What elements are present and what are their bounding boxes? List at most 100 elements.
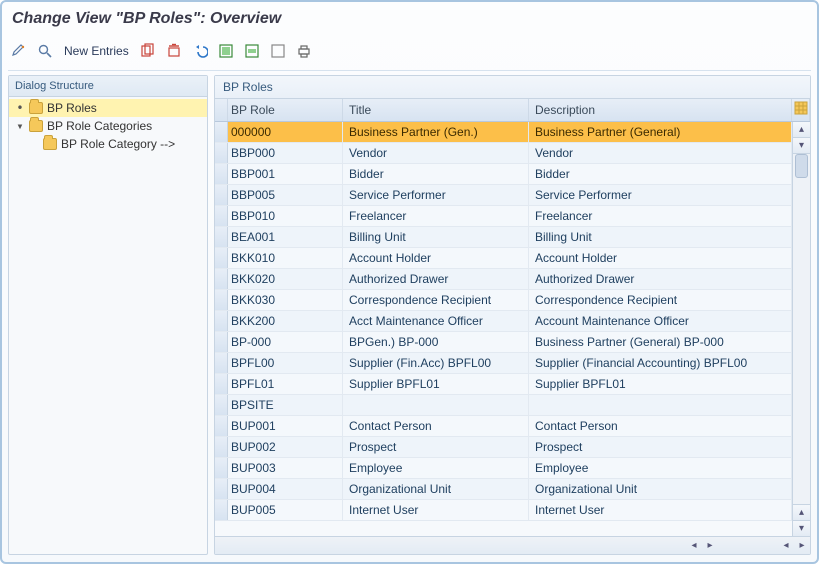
cell-bp-role[interactable]: BKK020 bbox=[225, 269, 343, 289]
cell-bp-role[interactable]: BPSITE bbox=[225, 395, 343, 415]
cell-title[interactable]: Billing Unit bbox=[343, 227, 529, 247]
cell-title[interactable]: Supplier BPFL01 bbox=[343, 374, 529, 394]
cell-bp-role[interactable]: BKK010 bbox=[225, 248, 343, 268]
tree-item[interactable]: •BP Role Category --> bbox=[9, 135, 207, 153]
cell-description[interactable]: Supplier BPFL01 bbox=[529, 374, 792, 394]
table-row[interactable]: BBP010FreelancerFreelancer bbox=[215, 206, 810, 227]
scroll-right-icon[interactable]: ▸ bbox=[702, 538, 718, 554]
table-row[interactable]: BKK010Account HolderAccount Holder bbox=[215, 248, 810, 269]
cell-title[interactable]: Bidder bbox=[343, 164, 529, 184]
cell-description[interactable]: Billing Unit bbox=[529, 227, 792, 247]
cell-bp-role[interactable]: BPFL01 bbox=[225, 374, 343, 394]
scroll-up-step-icon[interactable]: ▾ bbox=[793, 138, 810, 154]
cell-description[interactable]: Contact Person bbox=[529, 416, 792, 436]
cell-bp-role[interactable]: BP-000 bbox=[225, 332, 343, 352]
cell-bp-role[interactable]: 000000 bbox=[225, 122, 343, 142]
scrollbar-track[interactable] bbox=[793, 154, 810, 504]
table-row[interactable]: BBP000VendorVendor bbox=[215, 143, 810, 164]
cell-description[interactable]: Employee bbox=[529, 458, 792, 478]
scroll-down-icon[interactable]: ▾ bbox=[793, 520, 810, 536]
cell-title[interactable]: Supplier (Fin.Acc) BPFL00 bbox=[343, 353, 529, 373]
copy-as-icon[interactable] bbox=[137, 40, 159, 62]
new-entries-button[interactable]: New Entries bbox=[64, 44, 129, 58]
cell-title[interactable]: Account Holder bbox=[343, 248, 529, 268]
table-row[interactable]: BP-000BPGen.) BP-000Business Partner (Ge… bbox=[215, 332, 810, 353]
undo-icon[interactable] bbox=[189, 40, 211, 62]
find-icon[interactable] bbox=[34, 40, 56, 62]
scroll-down-step-icon[interactable]: ▴ bbox=[793, 504, 810, 520]
table-row[interactable]: BPFL00Supplier (Fin.Acc) BPFL00Supplier … bbox=[215, 353, 810, 374]
cell-description[interactable]: Internet User bbox=[529, 500, 792, 520]
cell-bp-role[interactable]: BPFL00 bbox=[225, 353, 343, 373]
cell-description[interactable]: Account Maintenance Officer bbox=[529, 311, 792, 331]
cell-bp-role[interactable]: BKK200 bbox=[225, 311, 343, 331]
table-row[interactable]: 000000Business Partner (Gen.)Business Pa… bbox=[215, 122, 810, 143]
table-row[interactable]: BPSITE bbox=[215, 395, 810, 416]
cell-bp-role[interactable]: BUP005 bbox=[225, 500, 343, 520]
table-row[interactable]: BUP004Organizational UnitOrganizational … bbox=[215, 479, 810, 500]
cell-title[interactable]: Business Partner (Gen.) bbox=[343, 122, 529, 142]
cell-description[interactable]: Freelancer bbox=[529, 206, 792, 226]
print-icon[interactable] bbox=[293, 40, 315, 62]
table-row[interactable]: BBP001BidderBidder bbox=[215, 164, 810, 185]
cell-description[interactable]: Service Performer bbox=[529, 185, 792, 205]
cell-bp-role[interactable]: BKK030 bbox=[225, 290, 343, 310]
cell-description[interactable]: Prospect bbox=[529, 437, 792, 457]
table-row[interactable]: BUP005Internet UserInternet User bbox=[215, 500, 810, 521]
delete-icon[interactable] bbox=[163, 40, 185, 62]
cell-title[interactable]: Employee bbox=[343, 458, 529, 478]
cell-description[interactable]: Correspondence Recipient bbox=[529, 290, 792, 310]
cell-title[interactable]: Prospect bbox=[343, 437, 529, 457]
cell-title[interactable]: Service Performer bbox=[343, 185, 529, 205]
table-row[interactable]: BUP003EmployeeEmployee bbox=[215, 458, 810, 479]
cell-bp-role[interactable]: BUP003 bbox=[225, 458, 343, 478]
cell-title[interactable]: Acct Maintenance Officer bbox=[343, 311, 529, 331]
cell-title[interactable]: BPGen.) BP-000 bbox=[343, 332, 529, 352]
cell-title[interactable]: Freelancer bbox=[343, 206, 529, 226]
deselect-all-icon[interactable] bbox=[267, 40, 289, 62]
cell-bp-role[interactable]: BBP000 bbox=[225, 143, 343, 163]
cell-description[interactable]: Business Partner (General) bbox=[529, 122, 792, 142]
table-row[interactable]: BEA001Billing UnitBilling Unit bbox=[215, 227, 810, 248]
scroll-right-end-icon[interactable]: ▸ bbox=[794, 538, 810, 554]
cell-description[interactable]: Bidder bbox=[529, 164, 792, 184]
select-block-icon[interactable] bbox=[241, 40, 263, 62]
tree-item[interactable]: ▾BP Role Categories bbox=[9, 117, 207, 135]
table-row[interactable]: BKK030Correspondence RecipientCorrespond… bbox=[215, 290, 810, 311]
cell-bp-role[interactable]: BBP010 bbox=[225, 206, 343, 226]
cell-title[interactable] bbox=[343, 395, 529, 415]
cell-bp-role[interactable]: BEA001 bbox=[225, 227, 343, 247]
cell-description[interactable] bbox=[529, 395, 792, 415]
cell-description[interactable]: Account Holder bbox=[529, 248, 792, 268]
cell-title[interactable]: Correspondence Recipient bbox=[343, 290, 529, 310]
table-row[interactable]: BUP001Contact PersonContact Person bbox=[215, 416, 810, 437]
table-row[interactable]: BBP005Service PerformerService Performer bbox=[215, 185, 810, 206]
scroll-left-icon[interactable]: ◂ bbox=[686, 538, 702, 554]
table-row[interactable]: BKK020Authorized DrawerAuthorized Drawer bbox=[215, 269, 810, 290]
scroll-up-icon[interactable]: ▴ bbox=[793, 122, 810, 138]
cell-bp-role[interactable]: BBP005 bbox=[225, 185, 343, 205]
tree-item[interactable]: •BP Roles bbox=[9, 99, 207, 117]
table-row[interactable]: BPFL01Supplier BPFL01Supplier BPFL01 bbox=[215, 374, 810, 395]
cell-title[interactable]: Contact Person bbox=[343, 416, 529, 436]
cell-bp-role[interactable]: BBP001 bbox=[225, 164, 343, 184]
cell-bp-role[interactable]: BUP001 bbox=[225, 416, 343, 436]
cell-description[interactable]: Business Partner (General) BP-000 bbox=[529, 332, 792, 352]
cell-title[interactable]: Vendor bbox=[343, 143, 529, 163]
table-row[interactable]: BUP002ProspectProspect bbox=[215, 437, 810, 458]
column-title[interactable]: Title bbox=[343, 99, 529, 121]
scroll-left-end-icon[interactable]: ◂ bbox=[778, 538, 794, 554]
cell-title[interactable]: Organizational Unit bbox=[343, 479, 529, 499]
column-description[interactable]: Description bbox=[529, 99, 792, 121]
toggle-display-change-icon[interactable] bbox=[8, 40, 30, 62]
table-row[interactable]: BKK200Acct Maintenance OfficerAccount Ma… bbox=[215, 311, 810, 332]
select-all-icon[interactable] bbox=[215, 40, 237, 62]
collapse-icon[interactable]: ▾ bbox=[15, 119, 25, 133]
vertical-scrollbar[interactable]: ▴ ▾ ▴ ▾ bbox=[792, 122, 810, 536]
cell-description[interactable]: Organizational Unit bbox=[529, 479, 792, 499]
cell-bp-role[interactable]: BUP004 bbox=[225, 479, 343, 499]
column-bp-role[interactable]: BP Role bbox=[225, 99, 343, 121]
cell-description[interactable]: Supplier (Financial Accounting) BPFL00 bbox=[529, 353, 792, 373]
cell-title[interactable]: Internet User bbox=[343, 500, 529, 520]
table-settings-icon[interactable] bbox=[792, 99, 810, 121]
